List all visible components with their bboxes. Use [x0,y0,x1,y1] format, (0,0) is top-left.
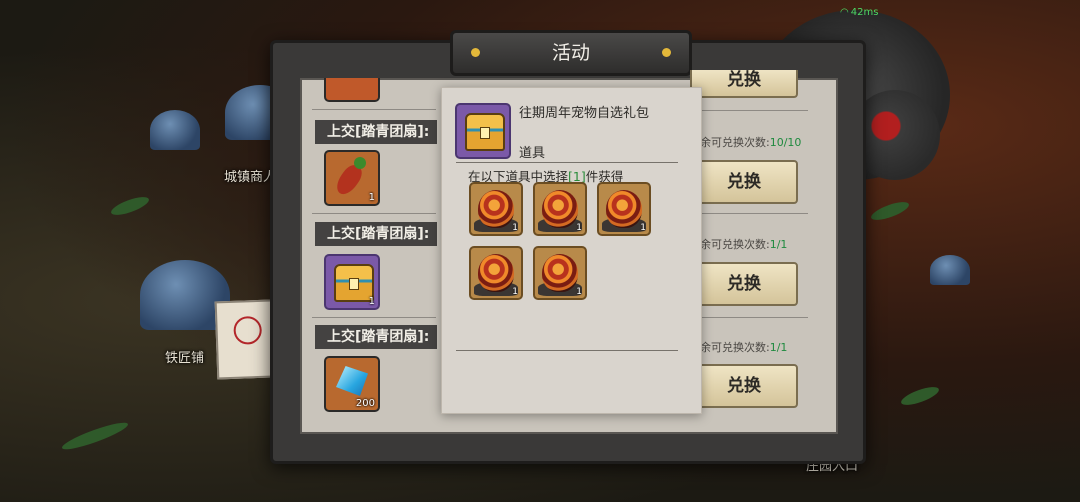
row-divider [312,317,436,318]
exchange-button[interactable]: 兑换 [690,160,798,204]
row-divider [690,213,808,214]
reward-count: 1 [512,287,518,297]
row-label: 上交[踏青团扇]: [315,222,437,246]
tooltip-item-name: 往期周年宠物自选礼包 [519,106,650,121]
building-dome [150,110,200,150]
window-title: 活动 [551,42,590,64]
dragon-emblem-icon [233,315,263,345]
reward-count: 1 [512,223,518,233]
tooltip-item-icon [455,103,511,159]
row-divider [690,317,808,318]
reward-option[interactable]: 1 [469,246,523,300]
palm-tree [60,418,130,454]
exchange-row: 上交[踏青团扇]: [315,325,437,349]
fire-egg-icon [606,190,642,228]
item-tooltip: 往期周年宠物自选礼包 道具 在以下道具中选择[1]件获得 1 1 1 1 1 [441,87,702,414]
reward-option[interactable]: 1 [533,246,587,300]
item-count: 200 [355,398,375,409]
blue-crystal-icon [336,366,368,396]
reward-option[interactable]: 1 [597,182,651,236]
window-title-bar: 活动 [450,30,692,76]
carrot-leaf [354,157,366,169]
treasure-chest-icon [465,113,505,151]
item-slot-partial[interactable] [324,78,380,102]
palm-tree [869,198,911,224]
tooltip-item-type: 道具 [519,146,546,161]
tooltip-divider [456,162,678,163]
exchange-button[interactable]: 兑换 [690,262,798,306]
item-count: 1 [368,296,375,307]
title-decoration-dot [471,48,480,57]
remaining-label: 余可兑换次数: [700,341,770,354]
item-count: 1 [368,192,375,203]
reward-count: 1 [640,223,646,233]
map-label-blacksmith[interactable]: 铁匠铺 [165,347,204,366]
reward-count: 1 [576,223,582,233]
remaining-count: 余可兑换次数:1/1 [700,339,787,355]
reward-option[interactable]: 1 [469,182,523,236]
row-divider [312,213,436,214]
fire-egg-icon [542,190,578,228]
treasure-chest-item-slot[interactable]: 1 [324,254,380,310]
remaining-count: 余可兑换次数:10/10 [700,134,801,150]
fire-egg-icon [478,190,514,228]
row-label: 上交[踏青团扇]: [315,325,437,349]
remaining-count: 余可兑换次数:1/1 [700,236,787,252]
remaining-value: 1/1 [769,341,788,354]
exchange-button[interactable]: 兑换 [690,364,798,408]
map-label-town-merchant[interactable]: 城镇商人 [224,166,276,185]
reward-count: 1 [576,287,582,297]
row-divider [312,109,436,110]
exchange-row: 上交[踏青团扇]: [315,120,437,144]
remaining-value: 10/10 [769,136,802,149]
row-label: 上交[踏青团扇]: [315,120,437,144]
network-status: ◠ 42ms [838,7,878,18]
row-divider [690,110,808,111]
reward-option[interactable]: 1 [533,182,587,236]
remaining-label: 余可兑换次数: [700,136,770,149]
ping-value: 42ms [850,7,879,18]
tooltip-divider [456,350,678,351]
exchange-button-partial[interactable]: 兑换 [690,70,798,98]
building-dome [930,255,970,285]
remaining-value: 1/1 [769,238,788,251]
remaining-label: 余可兑换次数: [700,238,770,251]
palm-tree [899,383,941,409]
carrot-item-slot[interactable]: 1 [324,150,380,206]
wifi-icon: ◠ [840,7,849,18]
blue-crystal-item-slot[interactable]: 200 [324,356,380,412]
palm-tree [109,193,151,219]
fire-egg-icon [478,254,514,292]
exchange-row: 上交[踏青团扇]: [315,222,437,246]
title-decoration-dot [662,48,671,57]
fire-egg-icon [542,254,578,292]
